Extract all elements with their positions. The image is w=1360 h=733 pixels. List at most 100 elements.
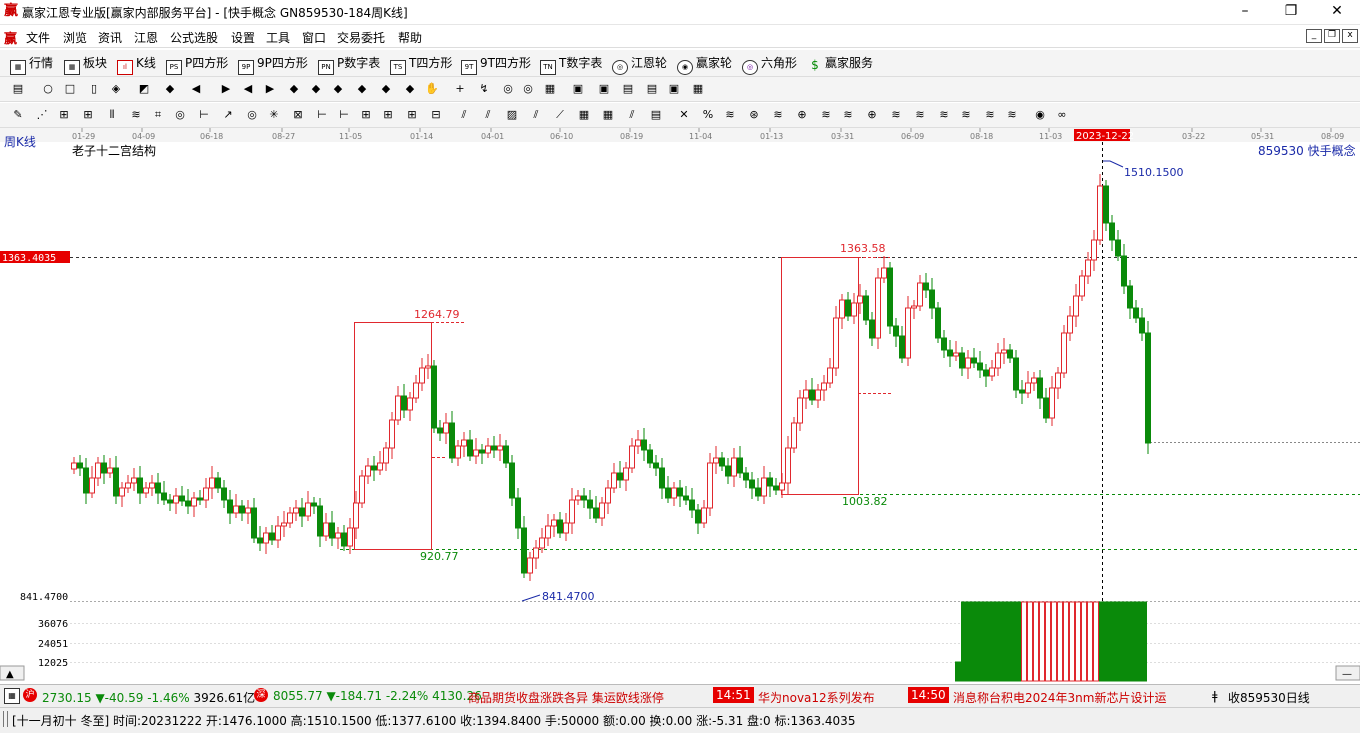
news-ticker[interactable]: 商品期货收盘涨跌各异 集运欧线涨停: [468, 689, 708, 706]
func-kline[interactable]: ıl K线: [117, 55, 156, 75]
toolbar-tool-icon[interactable]: ⊛: [746, 107, 762, 123]
toolbar-tool-icon[interactable]: ⌗: [150, 107, 166, 123]
kline-chart[interactable]: 01-29 04-09 06-18 08-27 11-05 01-14 04-01 06-10…: [0, 128, 1360, 682]
toolbar-tool-icon[interactable]: ▶: [218, 81, 234, 97]
sz-index-quote[interactable]: 8055.77 ▼-184.71 -2.24% 4130.26: [273, 689, 482, 703]
toolbar-tool-icon[interactable]: ✳: [266, 107, 282, 123]
menu-tools[interactable]: 工具: [266, 29, 290, 46]
func-hexagon[interactable]: ◎ 六角形: [742, 55, 797, 75]
toolbar-tool-icon[interactable]: ◆: [308, 81, 324, 97]
toolbar-tool-icon[interactable]: ◆: [330, 81, 346, 97]
menu-news[interactable]: 资讯: [98, 29, 122, 46]
toolbar-tool-icon[interactable]: ⋰: [34, 107, 50, 123]
toolbar-tool-icon[interactable]: ▤: [644, 81, 660, 97]
toolbar-tool-icon[interactable]: ⫽: [456, 107, 472, 123]
toolbar-tool-icon[interactable]: ✋: [424, 81, 440, 97]
chart-canvas[interactable]: 01-29 04-09 06-18 08-27 11-05 01-14 04-01 06-10…: [0, 128, 1360, 682]
menu-formula[interactable]: 公式选股: [170, 29, 218, 46]
toolbar-tool-icon[interactable]: ≋: [840, 107, 856, 123]
mdi-close-button[interactable]: x: [1342, 29, 1358, 43]
toolbar-tool-icon[interactable]: ◆: [286, 81, 302, 97]
toolbar-tool-icon[interactable]: ≋: [818, 107, 834, 123]
toolbar-tool-icon[interactable]: ◎: [520, 81, 536, 97]
toolbar-tool-icon[interactable]: ⫽: [480, 107, 496, 123]
toolbar-tool-icon[interactable]: ▣: [666, 81, 682, 97]
toolbar-tool-icon[interactable]: ◆: [402, 81, 418, 97]
toolbar-tool-icon[interactable]: ≋: [1004, 107, 1020, 123]
toolbar-tool-icon[interactable]: ◀: [240, 81, 256, 97]
func-t-table[interactable]: TN T数字表: [540, 55, 602, 75]
toolbar-tool-icon[interactable]: ≋: [888, 107, 904, 123]
toolbar-tool-icon[interactable]: ⊕: [794, 107, 810, 123]
func-9p-square[interactable]: 9P 9P四方形: [238, 55, 308, 75]
func-p-table[interactable]: PN P数字表: [318, 55, 380, 75]
menu-trade[interactable]: 交易委托: [337, 29, 385, 46]
status-table-icon[interactable]: ▦: [4, 688, 20, 704]
toolbar-tool-icon[interactable]: ≋: [128, 107, 144, 123]
menu-gann[interactable]: 江恩: [134, 29, 158, 46]
toolbar-tool-icon[interactable]: □: [62, 81, 78, 97]
toolbar-tool-icon[interactable]: ▯: [86, 81, 102, 97]
minimize-button[interactable]: –: [1222, 0, 1268, 24]
toolbar-tool-icon[interactable]: ⊠: [290, 107, 306, 123]
toolbar-tool-icon[interactable]: ▣: [570, 81, 586, 97]
toolbar-tool-icon[interactable]: ⟋: [552, 107, 568, 123]
toolbar-tool-icon[interactable]: ◎: [500, 81, 516, 97]
toolbar-tool-icon[interactable]: ⫴: [104, 107, 120, 123]
func-9t-square[interactable]: 9T 9T四方形: [461, 55, 531, 75]
news-headline-2[interactable]: 消息称台积电2024年3nm新芯片设计运: [953, 689, 1193, 706]
toolbar-tool-icon[interactable]: ✕: [676, 107, 692, 123]
menu-help[interactable]: 帮助: [398, 29, 422, 46]
toolbar-tool-icon[interactable]: ≋: [958, 107, 974, 123]
func-t-square[interactable]: TS T四方形: [390, 55, 452, 75]
toolbar-tool-icon[interactable]: ≋: [912, 107, 928, 123]
toolbar-tool-icon[interactable]: %: [700, 107, 716, 123]
menu-file[interactable]: 文件: [26, 29, 50, 46]
toolbar-tool-icon[interactable]: ▦: [576, 107, 592, 123]
toolbar-tool-icon[interactable]: ↗: [220, 107, 236, 123]
toolbar-tool-icon[interactable]: ◆: [354, 81, 370, 97]
func-gann-wheel[interactable]: ◎ 江恩轮: [612, 55, 667, 75]
toolbar-tool-icon[interactable]: ⫽: [624, 107, 640, 123]
menu-window[interactable]: 窗口: [302, 29, 326, 46]
mdi-minimize-button[interactable]: _: [1306, 29, 1322, 43]
toolbar-tool-icon[interactable]: ◉: [1032, 107, 1048, 123]
toolbar-tool-icon[interactable]: ◆: [162, 81, 178, 97]
toolbar-tool-icon[interactable]: ≋: [982, 107, 998, 123]
toolbar-tool-icon[interactable]: ▣: [596, 81, 612, 97]
menu-settings[interactable]: 设置: [231, 29, 255, 46]
sh-index-quote[interactable]: 2730.15 ▼-40.59 -1.46% 3926.61亿: [42, 689, 255, 706]
toolbar-tool-icon[interactable]: ⊢: [196, 107, 212, 123]
toolbar-tool-icon[interactable]: ✎: [10, 107, 26, 123]
func-quotes[interactable]: ▦ 行情: [10, 55, 53, 75]
close-button[interactable]: ✕: [1314, 0, 1360, 24]
toolbar-tool-icon[interactable]: ○: [40, 81, 56, 97]
func-p-square[interactable]: PS P四方形: [166, 55, 228, 75]
toolbar-tool-icon[interactable]: ⊞: [80, 107, 96, 123]
toolbar-tool-icon[interactable]: ⊞: [56, 107, 72, 123]
toolbar-tool-icon[interactable]: ▦: [600, 107, 616, 123]
toolbar-tool-icon[interactable]: ↯: [476, 81, 492, 97]
toolbar-tool-icon[interactable]: ◎: [244, 107, 260, 123]
toolbar-tool-icon[interactable]: ◩: [136, 81, 152, 97]
toolbar-tool-icon[interactable]: ⊢: [336, 107, 352, 123]
toolbar-tool-icon[interactable]: ▤: [648, 107, 664, 123]
toolbar-tool-icon[interactable]: ▨: [504, 107, 520, 123]
toolbar-tool-icon[interactable]: ⊟: [428, 107, 444, 123]
menu-browse[interactable]: 浏览: [63, 29, 87, 46]
toolbar-tool-icon[interactable]: ◈: [108, 81, 124, 97]
toolbar-tool-icon[interactable]: ◀: [188, 81, 204, 97]
toolbar-tool-icon[interactable]: ◎: [172, 107, 188, 123]
func-service[interactable]: $ 赢家服务: [808, 55, 873, 72]
toolbar-tool-icon[interactable]: ▤: [620, 81, 636, 97]
toolbar-tool-icon[interactable]: ▶: [262, 81, 278, 97]
toolbar-tool-icon[interactable]: ≋: [722, 107, 738, 123]
func-sector[interactable]: ▦ 板块: [64, 55, 107, 75]
toolbar-tool-icon[interactable]: ▦: [690, 81, 706, 97]
toolbar-tool-icon[interactable]: ≋: [770, 107, 786, 123]
news-headline-1[interactable]: 华为nova12系列发布: [758, 689, 875, 706]
mdi-restore-button[interactable]: ❐: [1324, 29, 1340, 43]
toolbar-tool-icon[interactable]: ◆: [378, 81, 394, 97]
toolbar-tool-icon[interactable]: ⊞: [380, 107, 396, 123]
toolbar-tool-icon[interactable]: ⊕: [864, 107, 880, 123]
